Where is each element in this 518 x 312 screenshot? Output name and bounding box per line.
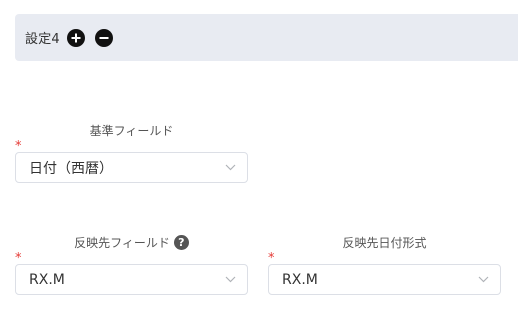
target-field-value: RX.M: [29, 271, 65, 288]
setting-section-header: 設定4: [15, 14, 518, 61]
target-date-format-select[interactable]: RX.M: [268, 264, 501, 295]
chevron-down-icon: [225, 164, 236, 171]
chevron-down-icon: [478, 276, 489, 283]
settings-page: 設定4 基準フィールド * 日付（西暦） 反映先フィールド ? * RX.M 反…: [0, 0, 518, 312]
target-date-format-label: 反映先日付形式: [268, 234, 501, 251]
section-title: 設定4: [25, 32, 60, 47]
remove-setting-button[interactable]: [94, 28, 113, 47]
minus-icon: [99, 36, 109, 39]
target-date-format-label-text: 反映先日付形式: [342, 236, 427, 250]
help-icon[interactable]: ?: [173, 235, 189, 250]
plus-icon: [71, 33, 81, 42]
base-field-label-text: 基準フィールド: [89, 124, 174, 138]
base-field-select[interactable]: 日付（西暦）: [15, 152, 248, 183]
base-field-value: 日付（西暦）: [29, 160, 113, 177]
target-date-format-value: RX.M: [282, 271, 318, 288]
target-field-label-text: 反映先フィールド: [74, 236, 170, 250]
chevron-down-icon: [225, 276, 236, 283]
target-field-select[interactable]: RX.M: [15, 264, 248, 295]
add-setting-button[interactable]: [66, 28, 85, 47]
target-field-label: 反映先フィールド ?: [15, 234, 248, 251]
base-field-label: 基準フィールド: [15, 122, 248, 139]
